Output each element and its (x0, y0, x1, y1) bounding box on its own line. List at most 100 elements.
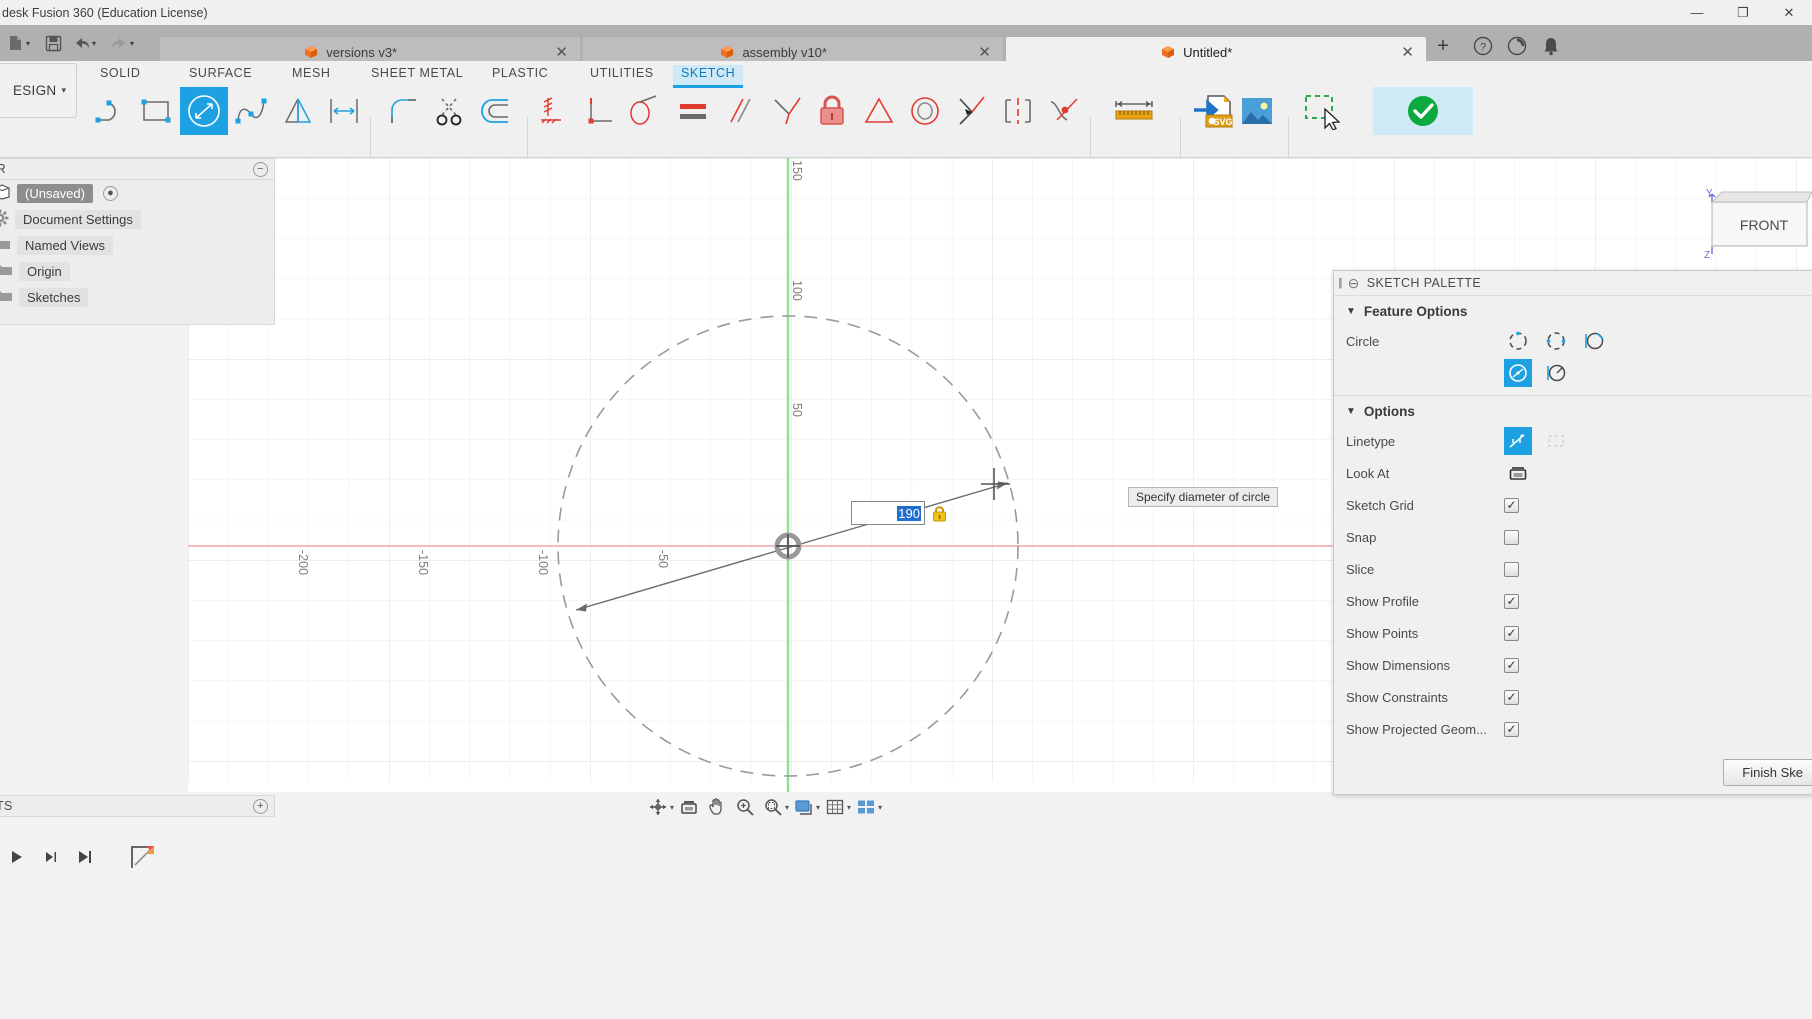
sketch-dimension-tool[interactable] (1110, 87, 1158, 135)
two-point-circle-icon[interactable] (1542, 327, 1570, 355)
browser-collapse-icon[interactable]: − (253, 162, 268, 177)
tangent-constraint[interactable] (621, 87, 669, 135)
rectangle-tool[interactable] (133, 87, 181, 135)
close-icon[interactable]: ✕ (537, 43, 568, 61)
parallel-constraint[interactable] (717, 87, 765, 135)
look-at-icon[interactable] (1504, 459, 1532, 487)
look-at-icon[interactable] (676, 794, 702, 820)
two-tangent-circle-icon[interactable] (1504, 359, 1532, 387)
close-icon[interactable]: ✕ (960, 43, 991, 61)
browser-item-document-settings[interactable]: Document Settings (0, 206, 274, 232)
drag-handle-icon[interactable]: ||| (1338, 277, 1341, 289)
undo-icon[interactable] (68, 29, 94, 57)
line-tool[interactable] (88, 87, 136, 135)
curvature-constraint[interactable] (1040, 87, 1088, 135)
center-diameter-circle-icon[interactable] (1504, 327, 1532, 355)
tab-sheet-metal[interactable]: SHEET METAL (363, 65, 471, 85)
viewports-caret-icon[interactable]: ▾ (878, 803, 882, 812)
collinear-constraint[interactable] (947, 87, 995, 135)
mirror-tool[interactable] (274, 87, 322, 135)
grid-snaps-caret-icon[interactable]: ▾ (847, 803, 851, 812)
midpoint-constraint[interactable] (855, 87, 903, 135)
spline-tool[interactable] (228, 87, 276, 135)
maximize-button[interactable]: ❐ (1720, 0, 1766, 25)
browser-item-unsaved[interactable]: (Unsaved) ● (0, 180, 274, 206)
undo-caret[interactable]: ▾ (92, 39, 104, 48)
browser-item-named-views[interactable]: Named Views (0, 232, 274, 258)
perpendicular-constraint[interactable] (576, 87, 624, 135)
rectangular-pattern-tool[interactable] (320, 87, 368, 135)
grid-snaps-icon[interactable] (822, 794, 848, 820)
close-button[interactable]: ✕ (1766, 0, 1812, 25)
horizontal-vertical-constraint[interactable] (531, 87, 579, 135)
three-tangent-circle-icon[interactable] (1542, 359, 1570, 387)
view-cube[interactable]: Y Z FRONT (1692, 184, 1812, 274)
new-document-icon[interactable] (2, 29, 28, 57)
tab-mesh[interactable]: MESH (284, 65, 339, 85)
sketch-feature-icon[interactable] (126, 840, 160, 874)
help-icon[interactable]: ? (1468, 33, 1498, 59)
playback-step-icon[interactable] (40, 846, 62, 868)
save-icon[interactable] (40, 29, 66, 57)
dimension-input[interactable]: 190 (851, 501, 925, 525)
new-document-caret[interactable]: ▾ (26, 39, 38, 48)
tab-plastic[interactable]: PLASTIC (484, 65, 556, 85)
normal-linetype-icon[interactable] (1504, 427, 1532, 455)
section-options[interactable]: ▼ Options (1334, 396, 1812, 425)
dimension-value[interactable]: 190 (897, 506, 921, 521)
tab-sketch[interactable]: SKETCH (673, 65, 743, 88)
show-projected-geometry-checkbox[interactable]: ✓ (1504, 722, 1519, 737)
close-icon[interactable]: ✕ (1383, 43, 1414, 61)
component-activate-icon[interactable]: ● (103, 186, 118, 201)
fix-unfix-constraint[interactable] (808, 87, 856, 135)
browser-item-origin[interactable]: Origin (0, 258, 274, 284)
lock-icon[interactable] (932, 505, 947, 522)
concentric-constraint[interactable] (901, 87, 949, 135)
zoom-window-icon[interactable] (760, 794, 786, 820)
playback-end-icon[interactable] (74, 846, 96, 868)
playback-begin-icon[interactable] (6, 846, 28, 868)
sketch-grid-checkbox[interactable]: ✓ (1504, 498, 1519, 513)
circle-tool[interactable] (180, 87, 228, 135)
tab-surface[interactable]: SURFACE (181, 65, 260, 85)
viewports-icon[interactable] (853, 794, 879, 820)
symmetry-constraint[interactable] (994, 87, 1042, 135)
coincident-constraint[interactable] (764, 87, 812, 135)
browser-item-sketches[interactable]: Sketches (0, 284, 274, 310)
redo-icon[interactable] (106, 29, 132, 57)
fillet-tool[interactable] (380, 87, 428, 135)
equal-constraint[interactable] (670, 87, 718, 135)
show-constraints-checkbox[interactable]: ✓ (1504, 690, 1519, 705)
orbit-icon[interactable] (645, 794, 671, 820)
zoom-icon[interactable] (732, 794, 758, 820)
notifications-icon[interactable] (1536, 33, 1566, 59)
show-dimensions-checkbox[interactable]: ✓ (1504, 658, 1519, 673)
finish-sketch-tool[interactable] (1373, 87, 1473, 135)
show-points-checkbox[interactable]: ✓ (1504, 626, 1519, 641)
insert-svg-tool[interactable]: SVG (1188, 87, 1236, 135)
redo-caret[interactable]: ▾ (130, 39, 142, 48)
display-settings-caret-icon[interactable]: ▾ (816, 803, 820, 812)
construction-linetype-icon[interactable] (1542, 427, 1570, 455)
orbit-caret-icon[interactable]: ▾ (670, 803, 674, 812)
pan-icon[interactable] (704, 794, 730, 820)
tab-utilities[interactable]: UTILITIES (582, 65, 662, 85)
slice-checkbox[interactable] (1504, 562, 1519, 577)
display-settings-icon[interactable] (791, 794, 817, 820)
offset-tool[interactable] (472, 87, 520, 135)
section-feature-options[interactable]: ▼ Feature Options (1334, 296, 1812, 325)
window-selection-tool[interactable] (1300, 87, 1348, 135)
zoom-window-caret-icon[interactable]: ▾ (785, 803, 789, 812)
minimize-button[interactable]: — (1674, 0, 1720, 25)
insert-image-tool[interactable] (1233, 87, 1281, 135)
trim-tool[interactable] (426, 87, 474, 135)
snap-checkbox[interactable] (1504, 530, 1519, 545)
collapse-icon[interactable]: ⊖ (1348, 275, 1360, 292)
show-profile-checkbox[interactable]: ✓ (1504, 594, 1519, 609)
three-point-circle-icon[interactable] (1580, 327, 1608, 355)
tab-solid[interactable]: SOLID (92, 65, 149, 85)
comments-expand-icon[interactable]: + (253, 799, 268, 814)
new-tab-button[interactable]: + (1430, 33, 1456, 59)
job-status-icon[interactable] (1502, 33, 1532, 59)
finish-sketch-button[interactable]: Finish Ske (1723, 759, 1812, 786)
